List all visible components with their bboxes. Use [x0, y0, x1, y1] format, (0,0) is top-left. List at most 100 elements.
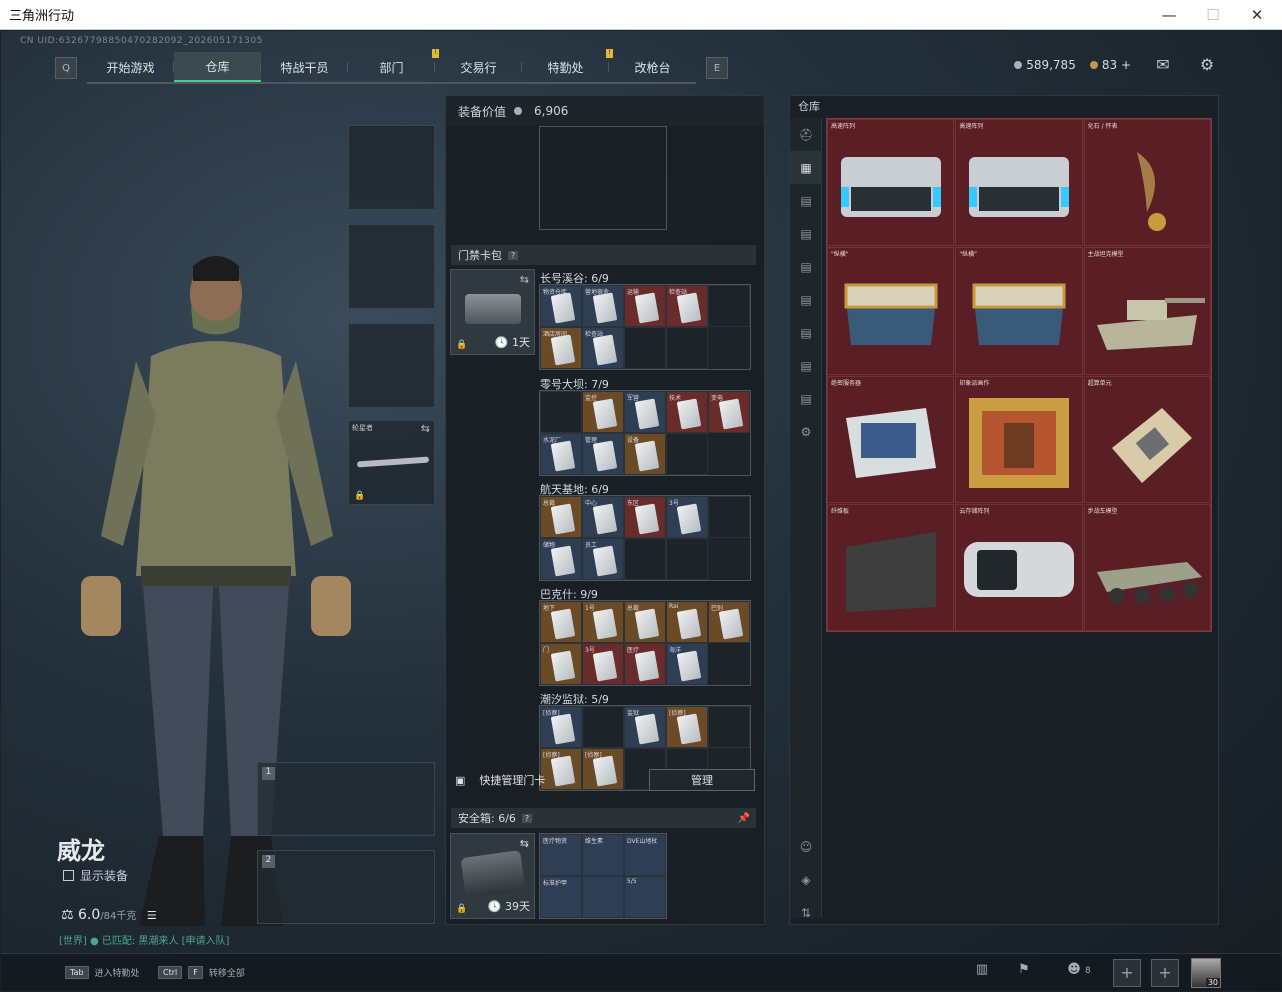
keycard-item[interactable]: [侦察]	[540, 706, 582, 748]
manage-button[interactable]: 管理	[649, 769, 755, 791]
container-grid[interactable]	[539, 126, 667, 230]
keycard-item[interactable]: 技术	[666, 391, 708, 433]
contacts-icon[interactable]: ☺	[790, 830, 822, 863]
tab-0[interactable]: 开始游戏	[87, 52, 174, 82]
melee-slot[interactable]: 轮星者 ⇆ 🔒	[348, 420, 435, 505]
keycard-item[interactable]: 总裁	[540, 496, 582, 538]
tab-6[interactable]: 改枪台	[609, 52, 696, 82]
keycard-item[interactable]: 酒店房间	[540, 327, 582, 369]
invite-slot-button[interactable]: +	[1113, 959, 1141, 987]
keycard-item[interactable]: 储物	[540, 538, 582, 580]
keycard-item[interactable]: 总裁	[624, 601, 666, 643]
keycard-item[interactable]: 东区	[624, 496, 666, 538]
keycard-bag-item[interactable]: ⇆ 🔒 🕓 1天	[450, 269, 535, 355]
keycard-item[interactable]: 军营	[624, 391, 666, 433]
keycard-item[interactable]: Rai	[666, 601, 708, 643]
warehouse-item-claw[interactable]: 化石 / 怀表	[1083, 119, 1211, 247]
empty-cell[interactable]	[666, 327, 708, 369]
keycard-item[interactable]: 检查站	[582, 327, 624, 369]
keycard-item[interactable]: 监狱	[624, 706, 666, 748]
tab-3[interactable]: 部门!	[348, 49, 439, 82]
keycard-item[interactable]: 海洋	[666, 643, 708, 685]
safebox-slot[interactable]: DVE山地杖	[624, 834, 666, 876]
nav-prev-key[interactable]: Q	[55, 57, 77, 79]
minimize-button[interactable]: —	[1146, 0, 1192, 30]
tab-1[interactable]: 仓库	[174, 52, 261, 82]
tab-2[interactable]: 特战干员	[261, 52, 348, 82]
keycard-item[interactable]: 设备	[624, 433, 666, 475]
keycard-item[interactable]: [侦察]	[666, 706, 708, 748]
keycard-item[interactable]: 检查站	[666, 285, 708, 327]
armor-slot[interactable]	[348, 224, 435, 309]
keycard-item[interactable]: 监控	[582, 391, 624, 433]
warehouse-item-chess[interactable]: "纵横"	[827, 247, 955, 375]
safebox-slot[interactable]: 5/5	[624, 876, 666, 918]
empty-cell[interactable]	[582, 706, 624, 748]
primary-weapon-slot-2[interactable]: 2	[257, 850, 435, 924]
tab-icon[interactable]: ▤	[790, 316, 822, 349]
mail-icon[interactable]: ✉	[1151, 55, 1175, 79]
tab-5[interactable]: 特勤处!	[522, 49, 613, 82]
safebox-slot[interactable]: 标准护甲	[540, 876, 582, 918]
keycard-item[interactable]: 3号	[582, 643, 624, 685]
flag-icon[interactable]: ⚑	[1013, 962, 1035, 984]
empty-cell[interactable]	[624, 538, 666, 580]
nav-next-key[interactable]: E	[706, 57, 728, 79]
list-icon[interactable]: ☰	[147, 909, 157, 922]
safebox-item[interactable]: ⇆ 🔒 🕓 39天	[450, 833, 535, 919]
keycard-item[interactable]: 地下	[540, 601, 582, 643]
warehouse-settings-icon[interactable]: ⚙	[790, 415, 822, 448]
player-avatar[interactable]: 30	[1191, 958, 1221, 988]
tab-4[interactable]: 交易行	[435, 52, 522, 82]
tab-icon[interactable]: ▤	[790, 250, 822, 283]
gold-currency[interactable]: 83 +	[1089, 58, 1131, 72]
empty-cell[interactable]	[708, 285, 750, 327]
maximize-button[interactable]: ☐	[1190, 0, 1236, 30]
tab-icon[interactable]: ▤	[790, 382, 822, 415]
stats-chart-icon[interactable]: ▥	[971, 962, 993, 984]
helmet-filter-icon[interactable]: ⛑	[790, 118, 822, 151]
invite-slot-button[interactable]: +	[1151, 959, 1179, 987]
swap-icon[interactable]: ⇆	[520, 837, 529, 850]
keycard-item[interactable]: 水泥厂	[540, 433, 582, 475]
warehouse-item-tank[interactable]: 主战坦克模型	[1083, 247, 1211, 375]
show-equipment-toggle[interactable]: 显示装备	[63, 867, 128, 884]
chat-line[interactable]: [世界] ● 已匹配: 黑潮来人 [申请入队]	[59, 932, 229, 947]
tab-icon[interactable]: ▤	[790, 349, 822, 382]
keycard-item[interactable]: 管理	[582, 433, 624, 475]
empty-cell[interactable]	[708, 496, 750, 538]
keycard-item[interactable]: 运输	[624, 285, 666, 327]
safebox-slot[interactable]: 维生素	[582, 834, 624, 876]
help-icon[interactable]: ?	[521, 813, 533, 823]
friends-icon[interactable]: ☻ 8	[1059, 962, 1099, 984]
tab-icon[interactable]: ▤	[790, 184, 822, 217]
keycard-item[interactable]: 物资仓库	[540, 285, 582, 327]
keycard-item[interactable]: 医疗	[624, 643, 666, 685]
layers-icon[interactable]: ◈	[790, 863, 822, 896]
sort-icon[interactable]: ⇅	[790, 896, 822, 929]
silver-currency[interactable]: 589,785	[1014, 58, 1076, 72]
transfer-all-hint[interactable]: Ctrl F 转移全部	[158, 966, 245, 979]
warehouse-item-board[interactable]: 超算单元	[1083, 375, 1211, 503]
warehouse-item-rack[interactable]: 绝密服务器	[827, 375, 955, 503]
checkbox[interactable]	[63, 870, 74, 881]
helmet-slot[interactable]	[348, 125, 435, 210]
keycard-item[interactable]: 门	[540, 643, 582, 685]
collectibles-filter-icon[interactable]: ▦	[790, 151, 822, 184]
swap-icon[interactable]: ⇆	[520, 273, 529, 286]
empty-cell[interactable]	[666, 538, 708, 580]
tab-icon[interactable]: ▤	[790, 283, 822, 316]
warehouse-item-server[interactable]: 高速阵列	[827, 119, 955, 247]
keycard-item[interactable]: 中心	[582, 496, 624, 538]
primary-weapon-slot-1[interactable]: 1	[257, 762, 435, 836]
enter-special-ops-hint[interactable]: Tab 进入特勤处	[65, 966, 140, 979]
keycard-item[interactable]: 巴别	[708, 601, 750, 643]
settings-gear-icon[interactable]: ⚙	[1195, 55, 1219, 79]
safebox-slot[interactable]: 医疗物资	[540, 834, 582, 876]
pistol-slot[interactable]	[348, 323, 435, 408]
warehouse-item-server[interactable]: 高速阵列	[955, 119, 1083, 247]
keycard-item[interactable]: 营地宿舍	[582, 285, 624, 327]
empty-cell[interactable]	[540, 391, 582, 433]
empty-cell[interactable]	[708, 706, 750, 748]
empty-cell[interactable]	[666, 433, 708, 475]
